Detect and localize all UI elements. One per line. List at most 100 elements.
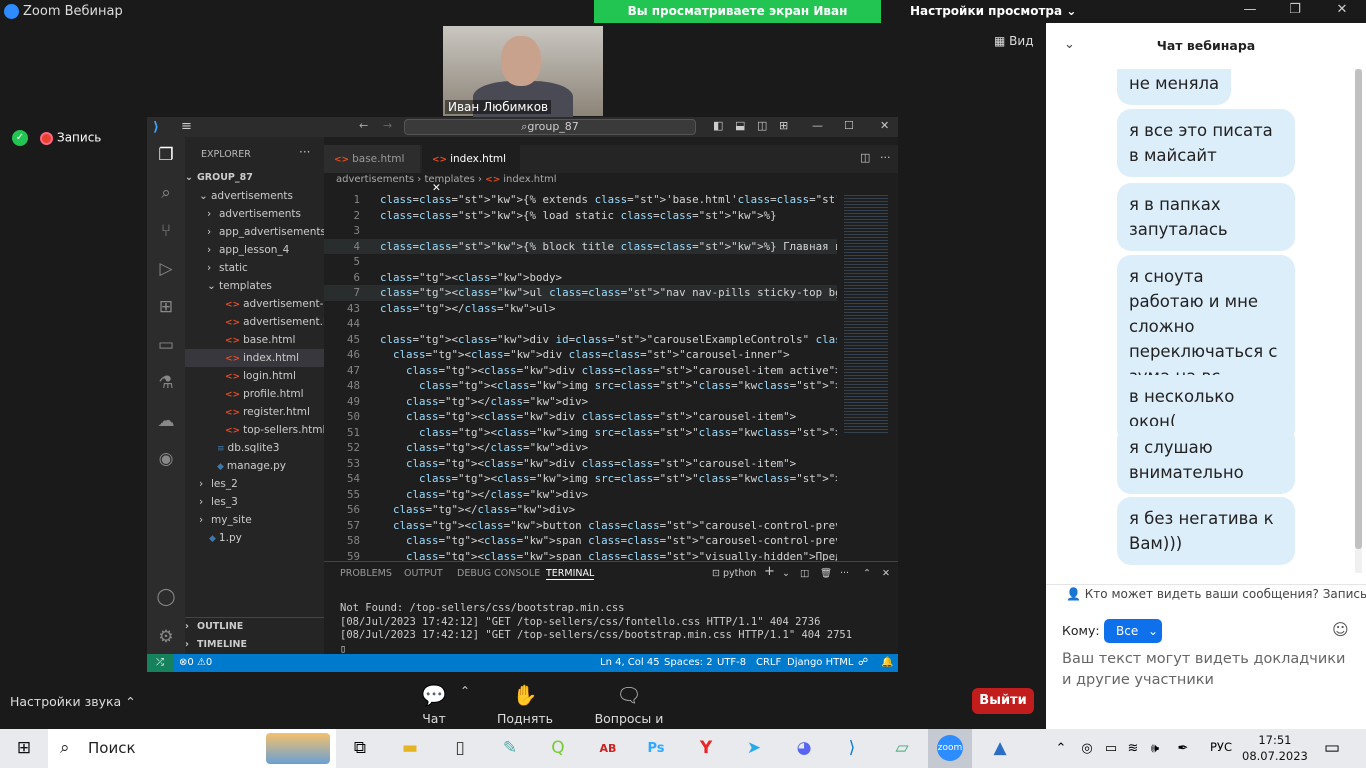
zoom-taskbar-icon[interactable]: zoom — [928, 729, 972, 768]
code-line[interactable]: 53 class="tg"><class="kw">div class=clas… — [324, 456, 837, 472]
breadcrumb-item[interactable]: index.html — [503, 174, 556, 185]
notification-center-icon[interactable]: ▭ — [1312, 729, 1352, 768]
tab-index-html[interactable]: <> index.html ✕ — [422, 145, 520, 194]
tree-item[interactable]: <> profile.html — [185, 385, 324, 403]
layout-panel-icon[interactable]: ⬓ — [735, 119, 745, 132]
docker-icon[interactable]: ☁ — [147, 411, 185, 441]
code-line[interactable]: 54 class="tg"><class="kw">img src=class=… — [324, 471, 837, 487]
back-arrow-icon[interactable]: ← — [359, 119, 368, 132]
run-debug-icon[interactable]: ▷ — [147, 259, 185, 289]
split-editor-icon[interactable]: ◫ — [860, 151, 870, 164]
layout-split-icon[interactable]: ◫ — [757, 119, 767, 132]
participant-video[interactable]: Иван Любимков — [443, 26, 603, 121]
discord-icon[interactable]: ◕ — [782, 729, 826, 768]
project-root[interactable]: ⌄ GROUP_87 — [185, 169, 324, 187]
close-icon[interactable]: ✕ — [1332, 2, 1352, 20]
abbyy-icon[interactable]: AB — [586, 729, 630, 768]
volume-icon[interactable]: 🕪 — [1144, 729, 1166, 768]
editor-more-icon[interactable]: ··· — [880, 151, 891, 164]
file-explorer-icon[interactable]: ▬ — [388, 729, 432, 768]
more-actions-icon[interactable]: ··· — [299, 145, 310, 159]
code-line[interactable]: 52 class="tg"></class="kw">div> — [324, 440, 837, 456]
chat-message[interactable]: не меняла — [1117, 69, 1232, 105]
tree-item[interactable]: › les_3 — [185, 493, 324, 511]
recipient-select[interactable]: Все ⌄ — [1104, 619, 1162, 643]
language-indicator[interactable]: РУС — [1210, 740, 1232, 754]
tree-item[interactable]: <>advertisement-pos... — [185, 295, 324, 313]
app-icon[interactable]: ▱ — [880, 729, 924, 768]
tree-item[interactable]: <> top-sellers.html — [185, 421, 324, 439]
remote-icon[interactable]: ⤮ — [147, 654, 173, 672]
code-line[interactable]: 51 class="tg"><class="kw">img src=class=… — [324, 425, 837, 441]
chevron-up-icon[interactable]: ⌃ — [460, 684, 470, 698]
panel-tab-terminal[interactable]: TERMINAL — [546, 568, 595, 580]
chat-button[interactable]: 💬 Чат — [404, 683, 464, 726]
outline-section[interactable]: › OUTLINE — [185, 618, 324, 636]
chevron-up-icon[interactable]: ⌃ — [1050, 729, 1072, 768]
remote-explorer-icon[interactable]: ▭ — [147, 335, 185, 365]
code-line[interactable]: 4 class=class="st">"kw">{% block title cl… — [324, 238, 837, 254]
new-terminal-icon[interactable]: + — [764, 564, 775, 579]
chat-message[interactable]: я все это писата в майсайт — [1117, 109, 1295, 177]
code-line[interactable]: 59 class="tg"><class="kw">span class=cla… — [324, 549, 837, 562]
yandex-browser-icon[interactable]: Y — [684, 729, 728, 768]
code-line[interactable]: 50 class="tg"><class="kw">div class=clas… — [324, 409, 837, 425]
chat-message[interactable]: я без негатива к Вам))) — [1117, 497, 1295, 565]
extensions-icon[interactable]: ⊞ — [147, 297, 185, 327]
view-settings-button[interactable]: Настройки просмотра ⌄ — [910, 4, 1076, 18]
code-line[interactable]: 43 class="tg"></class="kw">ul> — [324, 301, 837, 317]
menu-icon[interactable]: ≡ — [181, 119, 192, 134]
code-line[interactable]: 57 class="tg"><class="kw">button class=c… — [324, 518, 837, 534]
view-button[interactable]: ▦ Вид — [994, 34, 1034, 48]
notepad-icon[interactable]: ▯ — [438, 729, 482, 768]
battery-icon[interactable]: ▭ — [1100, 729, 1122, 768]
code-line[interactable]: 45 class="tg"><class="kw">div id=class="s… — [324, 332, 837, 348]
taskbar-search[interactable]: ⌕ Поиск — [48, 729, 336, 768]
tree-item[interactable]: › advertisements — [185, 205, 324, 223]
tree-item[interactable]: ◆ manage.py — [185, 457, 324, 475]
vscode-taskbar-icon[interactable]: ⟩ — [830, 729, 874, 768]
indentation[interactable]: Spaces: 2 — [664, 654, 713, 672]
tree-item[interactable]: <> base.html — [185, 331, 324, 349]
code-line[interactable]: 56 class="tg"></class="kw">div> — [324, 502, 837, 518]
code-line[interactable]: 1 class=class="st">"kw">{% extends class=… — [324, 192, 837, 208]
explorer-icon[interactable]: ❐ — [147, 145, 185, 175]
code-line[interactable]: 58 class="tg"><class="kw">span class=cla… — [324, 533, 837, 549]
code-line[interactable]: 6 class="tg"><class="kw">body> — [324, 270, 837, 286]
settings-gear-icon[interactable]: ⚙ — [147, 627, 185, 657]
tree-item[interactable]: › app_lesson_4 — [185, 241, 324, 259]
breadcrumb-item[interactable]: templates — [424, 174, 474, 185]
trash-icon[interactable]: 🗑 — [820, 568, 832, 579]
task-view-icon[interactable]: ⧉ — [338, 729, 382, 768]
panel-more-icon[interactable]: ··· — [840, 568, 849, 579]
source-control-icon[interactable]: ⑂ — [147, 221, 185, 251]
pen-icon[interactable]: ✒ — [1172, 729, 1194, 768]
tree-item[interactable]: ⌄ advertisements — [185, 187, 324, 205]
chat-message[interactable]: я слушаю внимательно — [1117, 426, 1295, 494]
windows-start-icon[interactable]: ⊞ — [2, 729, 46, 768]
testing-icon[interactable]: ⚗ — [147, 373, 185, 403]
timeline-section[interactable]: › TIMELINE — [185, 636, 324, 654]
terminal-output[interactable]: Not Found: /top-sellers/css/bootstrap.mi… — [340, 602, 852, 656]
code-line[interactable]: 55 class="tg"></class="kw">div> — [324, 487, 837, 503]
line-ending[interactable]: CRLF — [756, 654, 781, 672]
tree-item[interactable]: › my_site — [185, 511, 324, 529]
terminal-shell-selector[interactable]: ⊡ python — [712, 568, 756, 579]
minimize-icon[interactable]: — — [1240, 2, 1260, 20]
problems-status[interactable]: ⊗0 ⚠0 — [179, 654, 212, 672]
customize-layout-icon[interactable]: ⊞ — [779, 119, 788, 132]
tree-item[interactable]: ⌄ templates — [185, 277, 324, 295]
panel-tab-debug-console[interactable]: DEBUG CONSOLE — [457, 568, 540, 579]
vs-minimize-icon[interactable]: — — [812, 119, 823, 132]
code-line[interactable]: 3 — [324, 223, 837, 239]
code-editor[interactable]: 1 class=class="st">"kw">{% extends class=… — [324, 189, 837, 561]
tree-item[interactable]: ≡ db.sqlite3 — [185, 439, 324, 457]
language-mode[interactable]: Django HTML — [787, 654, 853, 672]
code-line[interactable]: 48 class="tg"><class="kw">img src=class=… — [324, 378, 837, 394]
tree-item[interactable]: › app_advertisements — [185, 223, 324, 241]
tree-item[interactable]: <> register.html — [185, 403, 324, 421]
emoji-icon[interactable]: ☺ — [1332, 620, 1349, 639]
tree-item[interactable]: <> login.html — [185, 367, 324, 385]
code-line[interactable]: 49 class="tg"></class="kw">div> — [324, 394, 837, 410]
breadcrumb-item[interactable]: advertisements — [336, 174, 414, 185]
